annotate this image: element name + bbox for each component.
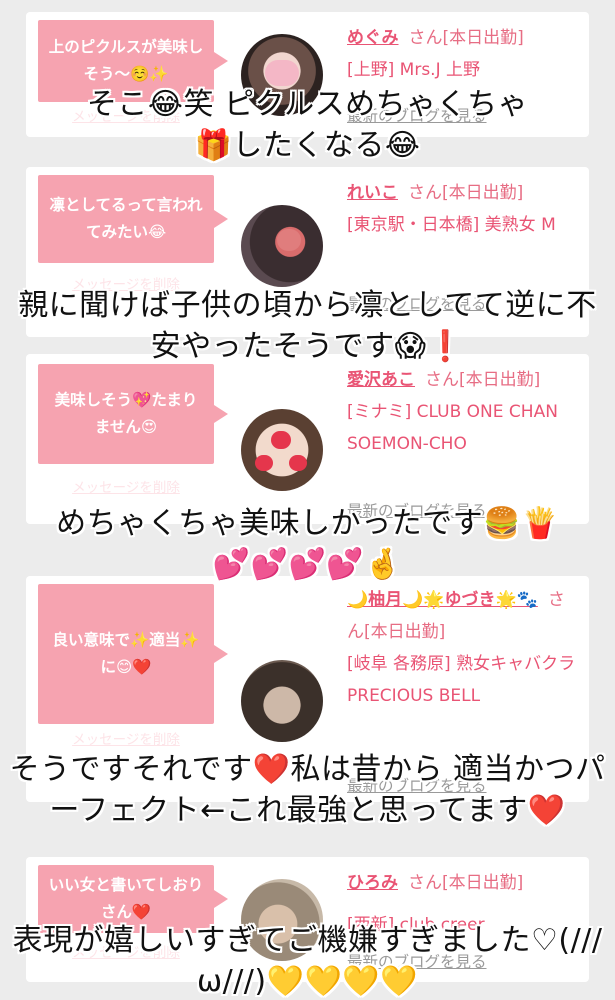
reply-caption: そこ😂笑 ピクルスめちゃくちゃ 🎁したくなる😂 [86,87,529,163]
profile-name-link[interactable]: 🌙柚月🌙🌟ゆづき🌟🐾 [347,590,538,610]
delete-message-link[interactable]: メッセージを削除 [38,476,214,496]
shop-name[interactable]: [東京駅・日本橋] 美熟女 M [347,209,579,241]
delete-message-link[interactable]: メッセージを削除 [38,728,214,748]
profile-info: 愛沢あこ さん[本日出勤] [ミナミ] CLUB ONE CHAN SOEMON-… [347,364,579,460]
message-bubble: 美味しそう💖たまりません😍 [38,364,228,464]
reply-caption: そうですそれです❤️私は昔から 適当かつパーフェクト←これ最強と思ってます❤️ [9,752,606,828]
reply-caption: めちゃくちゃ美味しかったです🍔🍟 💕💕💕💕🤞 [56,506,559,582]
shop-name[interactable]: [岐阜 各務原] 熟女キャバクラ PRECIOUS BELL [347,648,579,712]
avatar[interactable] [241,409,323,491]
avatar-heart-icon [289,455,307,471]
reply-caption: 親に聞けば子供の頃から凛としてて逆に不安やったそうです😱❗ [18,288,597,364]
profile-name-link[interactable]: れいこ [347,183,398,203]
profile-name-link[interactable]: めぐみ [347,28,399,48]
avatar-heart-icon [277,229,301,251]
shop-name[interactable]: [上野] Mrs.J 上野 [347,54,579,86]
profile-info: めぐみ さん[本日出勤] [上野] Mrs.J 上野 [347,22,579,86]
profile-status: さん[本日出勤] [408,28,524,48]
profile-status: さん[本日出勤] [408,873,524,893]
profile-status: さん[本日出勤] [425,370,541,390]
profile-status: さん[本日出勤] [408,183,524,203]
message-bubble: 凛としてるって言われてみたい😂 [38,175,228,263]
reply-caption: 表現が嬉しいすぎてご機嫌すぎました♡(///ω///)💛💛💛💛 [12,923,603,999]
message-card: 美味しそう💖たまりません😍 メッセージを削除 愛沢あこ さん[本日出勤] [ミナミ… [26,354,589,524]
avatar-heart-icon [255,455,273,471]
profile-info: れいこ さん[本日出勤] [東京駅・日本橋] 美熟女 M [347,177,579,241]
avatar[interactable] [241,205,323,287]
profile-name-link[interactable]: 愛沢あこ [347,370,415,390]
avatar-heart-icon [265,60,299,86]
profile-name-link[interactable]: ひろみ [347,873,398,893]
shop-name[interactable]: [ミナミ] CLUB ONE CHAN SOEMON-CHO [347,396,579,460]
avatar-heart-icon [271,431,291,449]
avatar[interactable] [241,660,323,742]
message-bubble: 良い意味で✨適当✨に😊❤️ [38,584,228,724]
profile-info: 🌙柚月🌙🌟ゆづき🌟🐾 さん[本日出勤] [岐阜 各務原] 熟女キャバクラ PREC… [347,584,579,712]
